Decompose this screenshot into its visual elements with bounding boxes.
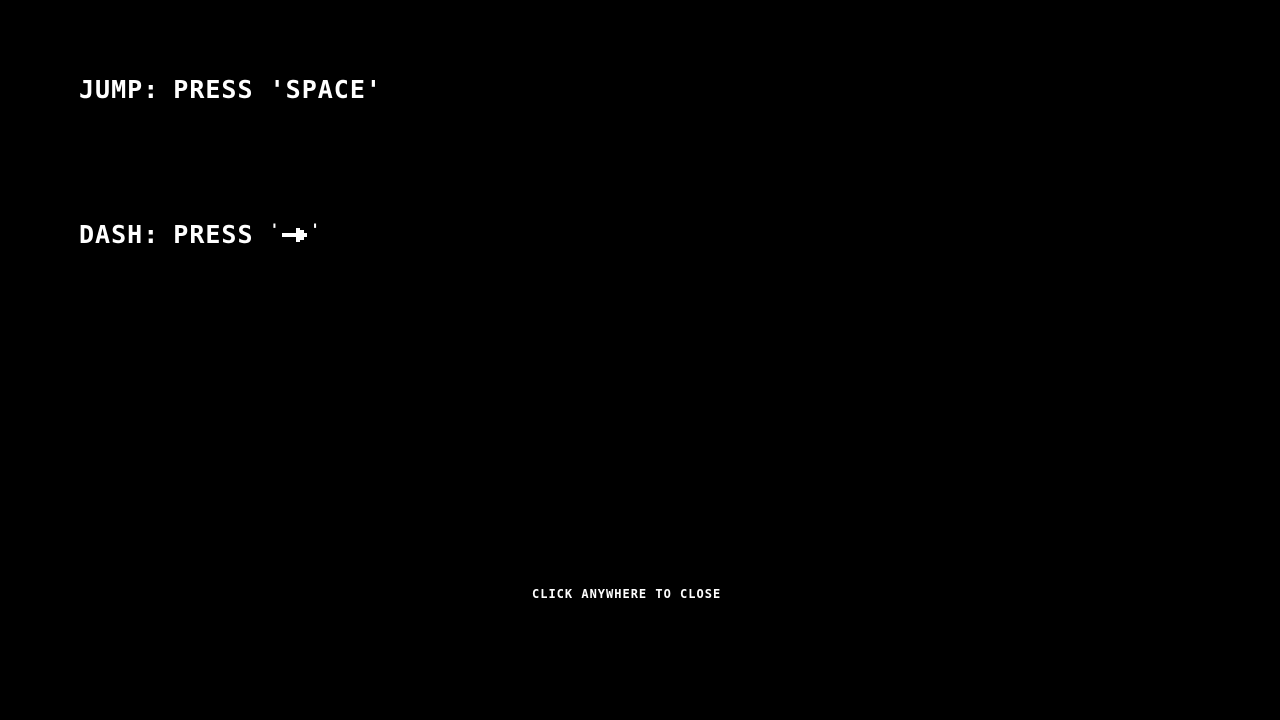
- controls-overlay[interactable]: JUMP: PRESS 'SPACE' DASH: PRESS ' ' CLICK …: [0, 0, 1280, 720]
- right-arrow-icon: [282, 228, 308, 242]
- dash-instruction: DASH: PRESS ' ': [79, 216, 321, 249]
- dash-key-close-quote: ': [310, 220, 321, 239]
- jump-label: JUMP:: [79, 75, 160, 104]
- dash-press-text: PRESS: [173, 220, 254, 249]
- jump-instruction: JUMP: PRESS 'SPACE': [79, 76, 382, 104]
- dash-label: DASH:: [79, 220, 160, 249]
- close-hint: CLICK ANYWHERE TO CLOSE: [532, 587, 722, 601]
- dash-key-open-quote: ': [269, 220, 281, 239]
- jump-key: 'SPACE': [269, 75, 382, 104]
- jump-press-text: PRESS: [173, 75, 254, 104]
